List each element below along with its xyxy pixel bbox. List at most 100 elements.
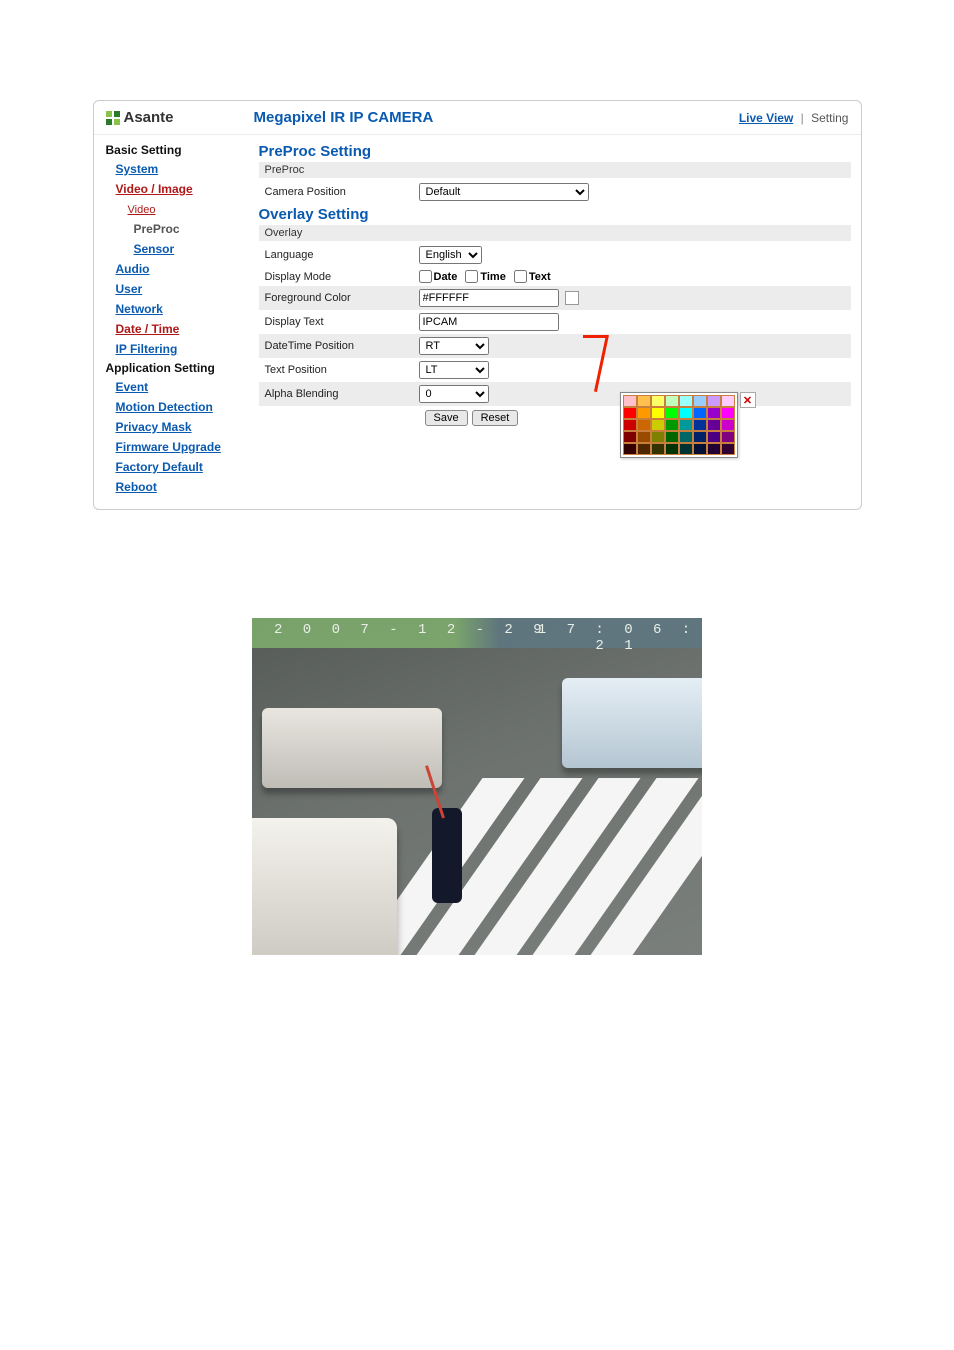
color-swatch[interactable] [707,443,721,455]
color-swatch[interactable] [679,395,693,407]
color-swatch[interactable] [665,407,679,419]
color-swatch[interactable] [665,443,679,455]
color-swatch[interactable] [707,431,721,443]
color-swatch[interactable] [679,407,693,419]
brand-logo: Asante [106,109,174,126]
color-swatch[interactable] [637,431,651,443]
time-checkbox[interactable] [465,270,478,283]
sidebar-item-factory[interactable]: Factory Default [116,460,203,474]
live-view-link[interactable]: Live View [739,111,793,125]
alpha-label: Alpha Blending [259,388,419,400]
color-swatch[interactable] [637,443,651,455]
color-swatch[interactable] [693,443,707,455]
camera-position-select[interactable]: Default [419,183,589,201]
sidebar-item-firmware[interactable]: Firmware Upgrade [116,440,221,454]
save-button[interactable]: Save [425,410,468,426]
color-swatch[interactable] [651,395,665,407]
color-swatch[interactable] [623,395,637,407]
fg-color-label: Foreground Color [259,292,419,304]
app-header: Asante Megapixel IR IP CAMERA Live View … [94,101,861,135]
preview-person [432,808,462,903]
color-picker-popup: ✕ [620,392,738,458]
text-checkbox[interactable] [514,270,527,283]
color-swatch[interactable] [679,431,693,443]
sidebar-item-preproc[interactable]: PreProc [134,222,180,236]
reset-button[interactable]: Reset [472,410,519,426]
color-swatch[interactable] [707,407,721,419]
nav-separator: | [801,111,804,125]
overlay-date: 2 0 0 7 - 1 2 - 2 9 [274,622,548,638]
color-swatch[interactable] [721,407,735,419]
sidebar-item-sensor[interactable]: Sensor [134,242,175,256]
color-swatch[interactable] [679,443,693,455]
overlay-time: 1 7 : 0 6 : 2 1 [532,622,702,654]
alpha-select[interactable]: 0 [419,385,489,403]
sidebar-item-video[interactable]: Video [128,204,156,216]
sidebar-item-event[interactable]: Event [116,380,149,394]
date-checkbox-label: Date [434,271,458,283]
sidebar-item-user[interactable]: User [116,282,143,296]
overlay-bar: Overlay [259,225,851,241]
color-swatch[interactable] [665,395,679,407]
header-nav: Live View | Setting [739,111,849,125]
color-swatch[interactable] [665,419,679,431]
sidebar-item-date-time[interactable]: Date / Time [116,322,180,336]
color-swatch[interactable] [721,419,735,431]
color-swatch[interactable] [693,407,707,419]
date-checkbox[interactable] [419,270,432,283]
dt-pos-select[interactable]: RT [419,337,489,355]
close-icon[interactable]: ✕ [740,392,756,408]
color-swatch[interactable] [637,395,651,407]
overlay-title: Overlay Setting [259,204,851,225]
sidebar-item-motion[interactable]: Motion Detection [116,400,213,414]
preview-car [262,708,442,788]
color-swatch[interactable] [623,443,637,455]
display-text-input[interactable] [419,313,559,331]
sidebar-item-video-image[interactable]: Video / Image [116,182,193,196]
page-title: Megapixel IR IP CAMERA [254,109,434,126]
color-swatch[interactable] [707,395,721,407]
color-swatch[interactable] [693,431,707,443]
text-pos-select[interactable]: LT [419,361,489,379]
basic-setting-header: Basic Setting [106,141,249,159]
brand-icon [106,111,120,125]
dt-pos-label: DateTime Position [259,340,419,352]
color-swatch-preview[interactable] [565,291,579,305]
color-swatch[interactable] [651,419,665,431]
color-swatch[interactable] [721,431,735,443]
preview-van [252,818,397,955]
color-swatch[interactable] [721,395,735,407]
text-checkbox-label: Text [529,271,551,283]
color-swatch[interactable] [637,407,651,419]
main-panel: PreProc Setting PreProc Camera Position … [259,135,861,509]
color-swatch[interactable] [651,431,665,443]
sidebar-item-reboot[interactable]: Reboot [116,480,157,494]
color-swatch[interactable] [665,431,679,443]
color-swatch[interactable] [637,419,651,431]
color-swatch[interactable] [707,419,721,431]
display-mode-label: Display Mode [259,271,419,283]
language-select[interactable]: English [419,246,482,264]
color-swatch[interactable] [721,443,735,455]
color-swatch[interactable] [651,407,665,419]
sidebar-item-system[interactable]: System [116,162,159,176]
time-checkbox-label: Time [480,271,505,283]
color-swatch[interactable] [679,419,693,431]
color-swatch[interactable] [623,431,637,443]
color-swatch[interactable] [623,419,637,431]
sidebar-item-privacy[interactable]: Privacy Mask [116,420,192,434]
camera-position-label: Camera Position [259,186,419,198]
sidebar-item-ip-filtering[interactable]: IP Filtering [116,342,178,356]
camera-preview: 2 0 0 7 - 1 2 - 2 9 1 7 : 0 6 : 2 1 [252,618,702,955]
setting-link: Setting [811,111,848,125]
color-swatch[interactable] [693,419,707,431]
language-label: Language [259,249,419,261]
sidebar-item-network[interactable]: Network [116,302,163,316]
fg-color-input[interactable] [419,289,559,307]
sidebar-item-audio[interactable]: Audio [116,262,150,276]
color-swatch[interactable] [623,407,637,419]
color-swatch[interactable] [693,395,707,407]
color-swatch[interactable] [651,443,665,455]
text-pos-label: Text Position [259,364,419,376]
annotation-arrow-icon [583,335,608,338]
